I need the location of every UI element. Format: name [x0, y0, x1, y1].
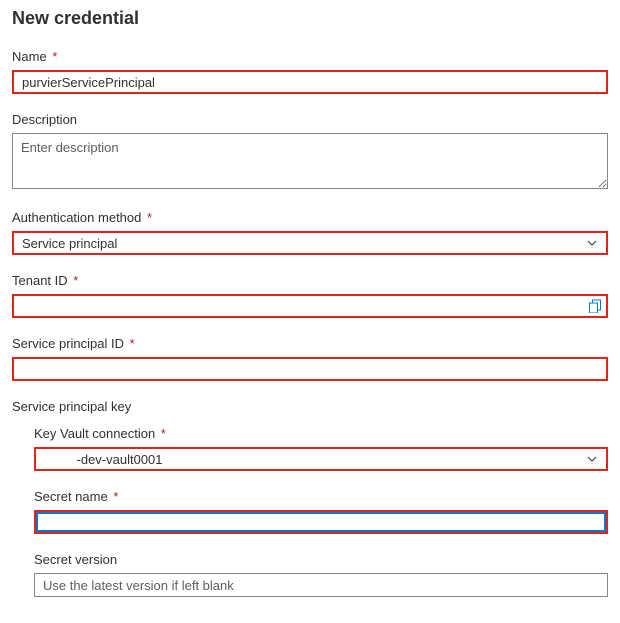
- page-title: New credential: [12, 8, 608, 29]
- description-label: Description: [12, 112, 608, 127]
- secret-version-label: Secret version: [34, 552, 608, 567]
- field-tenant-id: Tenant ID *: [12, 273, 608, 318]
- sp-id-input[interactable]: [12, 357, 608, 381]
- field-description: Description: [12, 112, 608, 192]
- field-secret-version: Secret version: [34, 552, 608, 597]
- secret-version-input[interactable]: [34, 573, 608, 597]
- field-key-vault: Key Vault connection * -dev-vault0001: [34, 426, 608, 471]
- sp-key-subsection: Key Vault connection * -dev-vault0001 Se…: [34, 426, 608, 597]
- name-label-text: Name: [12, 49, 47, 64]
- field-name: Name *: [12, 49, 608, 94]
- chevron-down-icon: [586, 237, 598, 249]
- required-mark: *: [113, 489, 118, 504]
- name-label: Name *: [12, 49, 608, 64]
- sp-key-label: Service principal key: [12, 399, 608, 414]
- field-sp-key: Service principal key Key Vault connecti…: [12, 399, 608, 597]
- sp-id-label-text: Service principal ID: [12, 336, 124, 351]
- name-input[interactable]: [12, 70, 608, 94]
- auth-method-label-text: Authentication method: [12, 210, 141, 225]
- description-label-text: Description: [12, 112, 77, 127]
- field-auth-method: Authentication method * Service principa…: [12, 210, 608, 255]
- description-textarea[interactable]: [12, 133, 608, 189]
- sp-id-label: Service principal ID *: [12, 336, 608, 351]
- copy-icon[interactable]: [588, 299, 602, 313]
- auth-method-select[interactable]: Service principal: [12, 231, 608, 255]
- key-vault-select[interactable]: -dev-vault0001: [34, 447, 608, 471]
- sp-key-label-text: Service principal key: [12, 399, 131, 414]
- secret-version-label-text: Secret version: [34, 552, 117, 567]
- required-mark: *: [73, 273, 78, 288]
- tenant-id-label-text: Tenant ID: [12, 273, 68, 288]
- secret-name-label: Secret name *: [34, 489, 608, 504]
- field-secret-name: Secret name *: [34, 489, 608, 534]
- chevron-down-icon: [586, 453, 598, 465]
- auth-method-selected: Service principal: [22, 236, 586, 251]
- key-vault-selected: -dev-vault0001: [44, 452, 586, 467]
- key-vault-label: Key Vault connection *: [34, 426, 608, 441]
- required-mark: *: [52, 49, 57, 64]
- required-mark: *: [130, 336, 135, 351]
- secret-name-input[interactable]: [34, 510, 608, 534]
- required-mark: *: [161, 426, 166, 441]
- required-mark: *: [147, 210, 152, 225]
- auth-method-label: Authentication method *: [12, 210, 608, 225]
- key-vault-label-text: Key Vault connection: [34, 426, 155, 441]
- secret-name-label-text: Secret name: [34, 489, 108, 504]
- tenant-id-input[interactable]: [12, 294, 608, 318]
- field-sp-id: Service principal ID *: [12, 336, 608, 381]
- tenant-id-label: Tenant ID *: [12, 273, 608, 288]
- tenant-id-wrap: [12, 294, 608, 318]
